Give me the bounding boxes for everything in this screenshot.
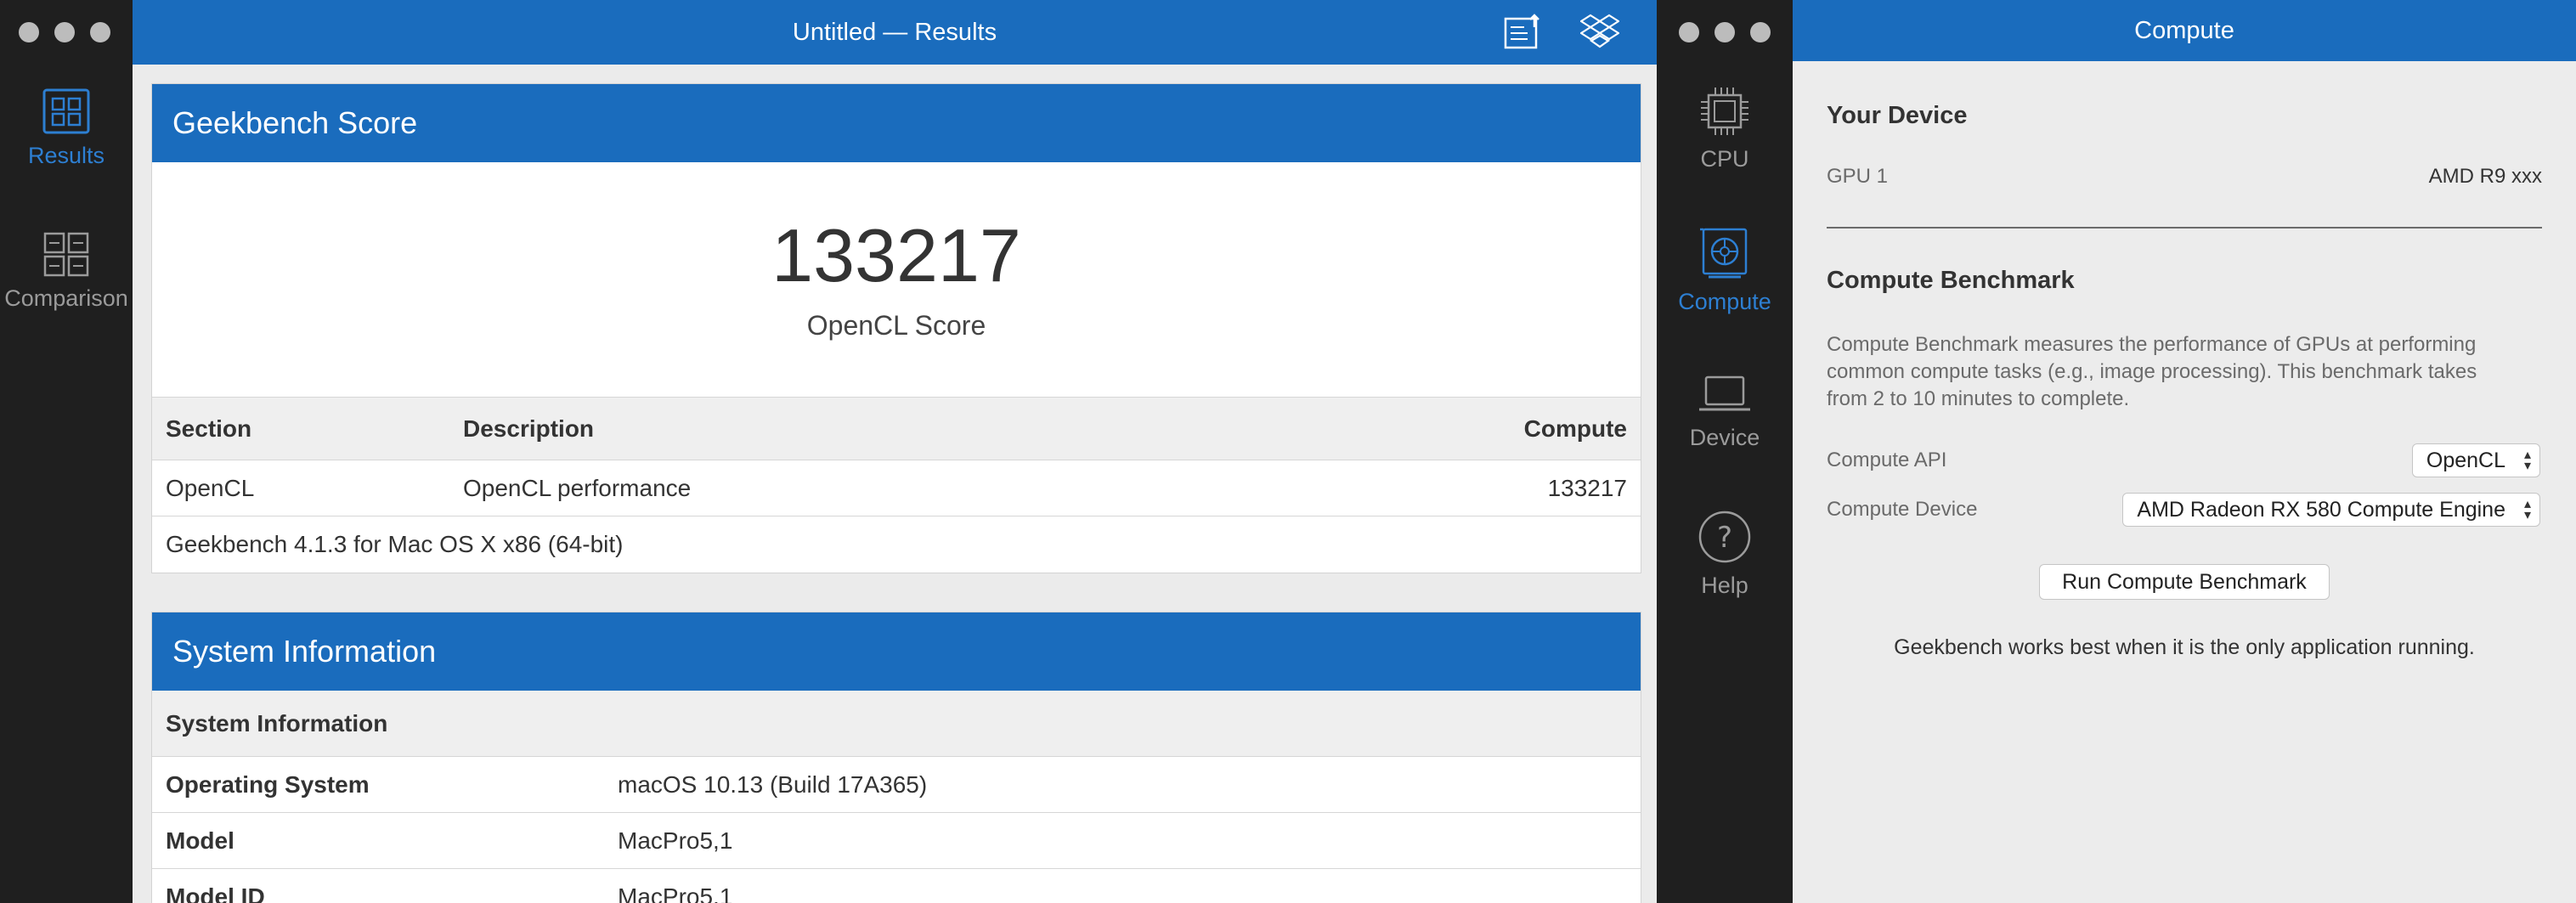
version-footer: Geekbench 4.1.3 for Mac OS X x86 (64-bit… (166, 531, 624, 557)
table-row: Operating System macOS 10.13 (Build 17A3… (152, 757, 1641, 813)
table-header-row: Section Description Compute (152, 398, 1641, 460)
select-value: OpenCL (2426, 448, 2505, 472)
column-header-compute: Compute (1523, 415, 1627, 442)
upload-results-icon[interactable] (1504, 14, 1541, 49)
chevron-up-down-icon: ▴ ▾ (2523, 497, 2531, 522)
column-header-section: Section (166, 415, 252, 442)
comparison-icon (43, 232, 89, 277)
window-controls (19, 22, 110, 42)
score-panel: Geekbench Score 133217 OpenCL Score Sect… (151, 83, 1641, 573)
section-divider (1827, 227, 2542, 229)
your-device-title: Your Device (1827, 102, 1968, 129)
results-icon (42, 88, 90, 134)
score-label: OpenCL Score (806, 310, 986, 341)
column-header-description: Description (463, 415, 595, 442)
laptop-icon (1699, 375, 1750, 411)
system-info-subheader: System Information (152, 691, 1641, 757)
row-label: Model ID (166, 883, 265, 903)
table-row: Model MacPro5,1 (152, 813, 1641, 869)
sidebar-item-help[interactable]: ? Help (1657, 510, 1793, 599)
compute-content: Your Device GPU 1 AMD R9 xxx Compute Ben… (1793, 61, 2576, 903)
description-line: Compute Benchmark measures the performan… (1827, 333, 2477, 356)
help-icon: ? (1698, 511, 1751, 563)
opencl-score: 133217 (771, 213, 1021, 297)
dropbox-icon[interactable] (1580, 14, 1619, 49)
row-value: MacPro5,1 (618, 883, 733, 903)
sidebar-item-cpu[interactable]: CPU (1657, 85, 1793, 172)
window-title: Compute (2134, 16, 2234, 44)
window-controls (1679, 22, 1771, 42)
minimize-button[interactable] (54, 22, 75, 42)
subheader-label: System Information (166, 709, 388, 737)
select-value: AMD Radeon RX 580 Compute Engine (2137, 497, 2505, 522)
sidebar-item-results[interactable]: Results (0, 88, 133, 169)
window-title: Untitled — Results (792, 18, 997, 46)
compute-device-label: Compute Device (1827, 498, 1978, 521)
description-line: from 2 to 10 minutes to complete. (1827, 387, 2130, 410)
cell-compute: 133217 (1547, 474, 1627, 501)
row-value: macOS 10.13 (Build 17A365) (618, 770, 928, 798)
compute-benchmark-title: Compute Benchmark (1827, 267, 2075, 294)
score-area: 133217 OpenCL Score (152, 162, 1641, 398)
results-sidebar: Results Comparison (0, 0, 133, 903)
minimize-button[interactable] (1715, 22, 1735, 42)
table-row: OpenCL OpenCL performance 133217 (152, 460, 1641, 516)
sidebar-item-label: CPU (1700, 146, 1749, 172)
chevron-up-down-icon: ▴ ▾ (2523, 448, 2531, 473)
compute-titlebar: Compute (1793, 0, 2576, 61)
cpu-icon (1701, 87, 1748, 135)
results-window: Results Comparison Untitled — Results Ge… (0, 0, 1657, 903)
table-row: Model ID MacPro5,1 (152, 869, 1641, 903)
sidebar-item-label: Comparison (4, 285, 128, 311)
results-content[interactable]: Geekbench Score 133217 OpenCL Score Sect… (133, 65, 1657, 903)
compute-icon (1700, 228, 1748, 279)
row-label: Operating System (166, 770, 370, 798)
sidebar-item-label: Help (1701, 573, 1748, 598)
close-button[interactable] (19, 22, 39, 42)
system-info-header: System Information (152, 612, 1641, 691)
results-titlebar: Untitled — Results (133, 0, 1657, 65)
sidebar-item-label: Device (1689, 425, 1760, 450)
run-compute-benchmark-button[interactable]: Run Compute Benchmark (2039, 564, 2330, 600)
compute-window: CPU Compute Device ? Help Compute Your D… (1657, 0, 2576, 903)
description-line: common compute tasks (e.g., image proces… (1827, 360, 2477, 383)
sidebar-item-label: Results (27, 143, 105, 168)
cell-section: OpenCL (166, 474, 255, 501)
system-info-panel: System Information System Information Op… (151, 612, 1641, 903)
cell-description: OpenCL performance (463, 474, 692, 501)
version-footer-row: Geekbench 4.1.3 for Mac OS X x86 (64-bit… (152, 516, 1641, 573)
gpu-value: AMD R9 xxx (2428, 165, 2542, 188)
benchmark-note: Geekbench works best when it is the only… (1894, 635, 2475, 659)
gpu-label: GPU 1 (1827, 165, 1889, 188)
close-button[interactable] (1679, 22, 1699, 42)
sidebar-item-label: Compute (1678, 289, 1771, 314)
row-label: Model (166, 827, 234, 854)
row-value: MacPro5,1 (618, 827, 733, 854)
sidebar-item-device[interactable]: Device (1657, 374, 1793, 451)
zoom-button[interactable] (1750, 22, 1771, 42)
compute-api-label: Compute API (1827, 449, 1947, 471)
svg-text:?: ? (1717, 521, 1732, 555)
score-panel-header: Geekbench Score (152, 84, 1641, 162)
sidebar-item-compute[interactable]: Compute (1657, 226, 1793, 315)
compute-sidebar: CPU Compute Device ? Help (1657, 0, 1793, 903)
zoom-button[interactable] (90, 22, 110, 42)
benchmark-description: Compute Benchmark measures the performan… (1827, 331, 2477, 413)
compute-api-select[interactable]: OpenCL ▴ ▾ (2411, 443, 2540, 477)
sidebar-item-comparison[interactable]: Comparison (0, 231, 133, 312)
compute-device-select[interactable]: AMD Radeon RX 580 Compute Engine ▴ ▾ (2122, 493, 2540, 527)
